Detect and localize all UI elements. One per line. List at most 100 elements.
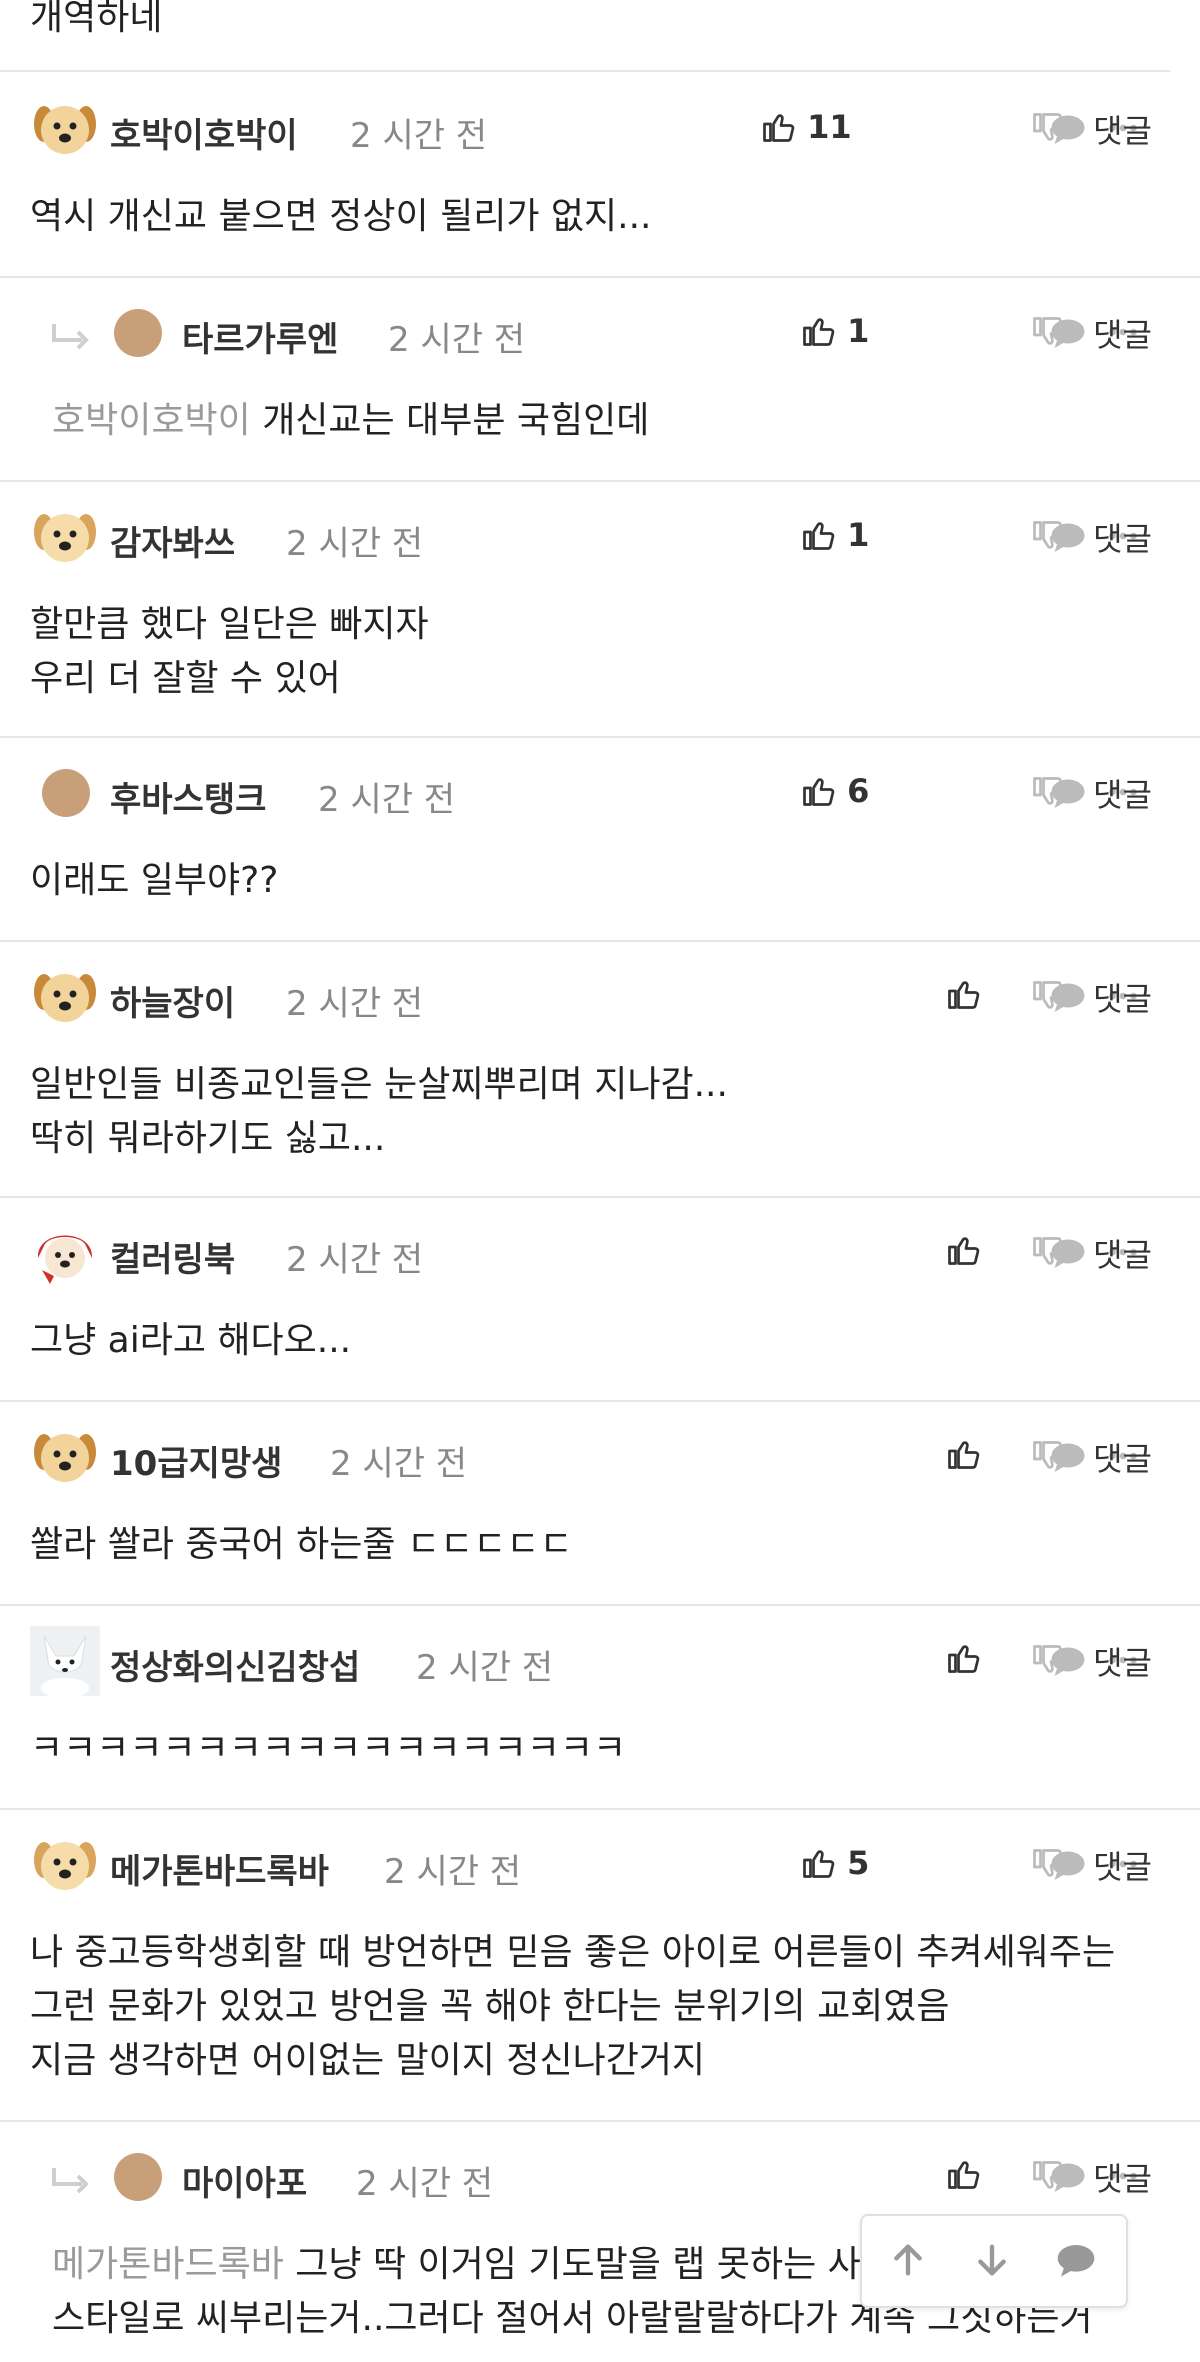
reply-button[interactable]: 댓글 — [1050, 1434, 1152, 1478]
like-count: 1 — [847, 516, 870, 554]
comment-line: 나 중고등학생회할 때 방언하면 믿음 좋은 아이로 어른들이 추켜세워주는 — [30, 1932, 1116, 1973]
like-button[interactable] — [945, 1436, 981, 1476]
comment-header: 타르가루엔 2 시간 전 1 댓글 — [0, 298, 1200, 368]
comment-actions: 댓글 — [760, 1218, 1180, 1288]
puppy-avatar[interactable] — [30, 1422, 100, 1492]
speech-bubble-icon — [1051, 319, 1085, 348]
comment-nickname[interactable]: 10급지망생 — [110, 1436, 282, 1485]
comment-line: 호박이호박이 개신교는 대부분 국힘인데 — [52, 394, 649, 448]
speech-bubble-icon — [1051, 2163, 1085, 2192]
comment-item: 하늘장이 2 시간 전 댓글 일반인들 비종교인들은 눈살찌뿌리며 지나감...… — [0, 942, 1200, 1198]
comment-header: 후바스탱크 2 시간 전 6 댓글 — [0, 758, 1200, 828]
comment-item: 정상화의신김창섭 2 시간 전 댓글 ㅋㅋㅋㅋㅋㅋㅋㅋㅋㅋㅋㅋㅋㅋㅋㅋㅋㅋ — [0, 1606, 1200, 1810]
comment-nickname[interactable]: 호박이호박이 — [110, 108, 298, 157]
speech-bubble-icon — [1051, 983, 1085, 1012]
thumbs-up-icon — [803, 522, 835, 550]
comment-nickname[interactable]: 정상화의신김창섭 — [110, 1640, 360, 1689]
comment-line: 이래도 일부야?? — [30, 860, 279, 901]
comment-body: 일반인들 비종교인들은 눈살찌뿌리며 지나감... 딱히 뭐라하기도 싫고... — [30, 1058, 728, 1166]
comment-nickname[interactable]: 컬러링북 — [110, 1232, 235, 1281]
like-button[interactable] — [945, 1640, 981, 1680]
comment-actions: 1 댓글 — [760, 298, 1180, 368]
previous-comment-text: 개역하네 — [30, 0, 163, 38]
comment-nickname[interactable]: 감자봐쓰 — [110, 516, 235, 565]
comment-line: 쏼라 쏼라 중국어 하는줄 ㄷㄷㄷㄷㄷ — [30, 1524, 573, 1565]
mention-nickname[interactable]: 메가톤바드록바 — [52, 2244, 284, 2285]
reply-label: 댓글 — [1093, 1848, 1152, 1886]
puppy-avatar[interactable] — [30, 502, 100, 572]
comment-actions: 댓글 — [760, 1422, 1180, 1492]
comment-body: 나 중고등학생회할 때 방언하면 믿음 좋은 아이로 어른들이 추켜세워주는 그… — [30, 1926, 1115, 2088]
like-button[interactable] — [945, 1232, 981, 1272]
comment-body: 호박이호박이 개신교는 대부분 국힘인데 — [52, 394, 649, 448]
reply-label: 댓글 — [1093, 2160, 1152, 2198]
comment-header: 감자봐쓰 2 시간 전 1 댓글 — [0, 502, 1200, 572]
arrow-down-icon[interactable] — [972, 2240, 1012, 2280]
reply-label: 댓글 — [1093, 316, 1152, 354]
comment-header: 10급지망생 2 시간 전 댓글 — [0, 1422, 1200, 1492]
like-button[interactable]: 11 — [760, 108, 852, 148]
reply-button[interactable]: 댓글 — [1050, 1230, 1152, 1274]
speech-bubble-icon — [1051, 1239, 1085, 1268]
comment-nickname[interactable]: 후바스탱크 — [110, 772, 266, 821]
comment-icon[interactable] — [1056, 2240, 1096, 2280]
comment-time: 2 시간 전 — [286, 984, 424, 1024]
comment-body: 그냥 ai라고 해다오... — [30, 1314, 351, 1368]
like-button[interactable]: 1 — [800, 516, 869, 556]
comment-time: 2 시간 전 — [318, 780, 456, 820]
brown-circle-avatar[interactable] — [114, 2153, 162, 2201]
like-count: 6 — [847, 772, 870, 810]
thumbs-up-icon — [948, 981, 980, 1009]
comment-nickname[interactable]: 하늘장이 — [110, 976, 235, 1025]
white-fox-avatar[interactable] — [30, 1626, 100, 1696]
reply-button[interactable]: 댓글 — [1050, 770, 1152, 814]
reply-button[interactable]: 댓글 — [1050, 2154, 1152, 2198]
puppy-avatar[interactable] — [30, 94, 100, 164]
like-button[interactable]: 6 — [800, 772, 869, 812]
puppy-avatar[interactable] — [30, 1830, 100, 1900]
reply-label: 댓글 — [1093, 520, 1152, 558]
reply-button[interactable]: 댓글 — [1050, 310, 1152, 354]
comment-line: 할만큼 했다 일단은 빠지자 — [30, 604, 429, 645]
puppy-avatar[interactable] — [30, 962, 100, 1032]
thumbs-up-icon — [948, 2161, 980, 2189]
reply-comment-item: 타르가루엔 2 시간 전 1 댓글 호박이호박이 개신교는 대부분 국힘인데 — [0, 278, 1200, 482]
reply-button[interactable]: 댓글 — [1050, 514, 1152, 558]
mention-nickname[interactable]: 호박이호박이 — [52, 400, 251, 441]
comment-item: 감자봐쓰 2 시간 전 1 댓글 할만큼 했다 일단은 빠지자 우리 더 잘할 … — [0, 482, 1200, 738]
comment-time: 2 시간 전 — [384, 1852, 522, 1892]
comment-header: 정상화의신김창섭 2 시간 전 댓글 — [0, 1626, 1200, 1696]
comment-body: 쏼라 쏼라 중국어 하는줄 ㄷㄷㄷㄷㄷ — [30, 1518, 573, 1572]
comment-text: 그냥 딱 이거임 기도말을 랩 못하는 사람이 — [295, 2244, 927, 2285]
brown-circle-avatar[interactable] — [114, 309, 162, 357]
comment-header: 호박이호박이 2 시간 전 11 댓글 — [0, 94, 1200, 164]
comment-actions: 댓글 — [760, 1626, 1180, 1696]
comment-actions: 댓글 — [760, 962, 1180, 1032]
comment-time: 2 시간 전 — [350, 116, 488, 156]
arrow-up-icon[interactable] — [888, 2240, 928, 2280]
reply-button[interactable]: 댓글 — [1050, 106, 1152, 150]
comment-time: 2 시간 전 — [416, 1648, 554, 1688]
thumbs-up-icon — [803, 1850, 835, 1878]
reply-label: 댓글 — [1093, 980, 1152, 1018]
reply-label: 댓글 — [1093, 1440, 1152, 1478]
comment-nickname[interactable]: 메가톤바드록바 — [110, 1844, 329, 1893]
like-button[interactable] — [945, 2156, 981, 2196]
brown-circle-avatar[interactable] — [42, 769, 90, 817]
like-count: 5 — [847, 1844, 870, 1882]
comment-header: 하늘장이 2 시간 전 댓글 — [0, 962, 1200, 1032]
reply-button[interactable]: 댓글 — [1050, 1842, 1152, 1886]
comment-time: 2 시간 전 — [356, 2164, 494, 2204]
thumbs-up-icon — [803, 318, 835, 346]
comment-nickname[interactable]: 마이아포 — [182, 2156, 307, 2205]
comment-nickname[interactable]: 타르가루엔 — [182, 312, 338, 361]
like-button[interactable]: 1 — [800, 312, 869, 352]
comment-line: 그런 문화가 있었고 방언을 꼭 해야 한다는 분위기의 교회였음 — [30, 1986, 950, 2027]
red-hood-puppy-avatar[interactable] — [30, 1218, 100, 1288]
reply-button[interactable]: 댓글 — [1050, 974, 1152, 1018]
like-button[interactable] — [945, 976, 981, 1016]
like-count: 1 — [847, 312, 870, 350]
like-button[interactable]: 5 — [800, 1844, 869, 1884]
comment-body: 이래도 일부야?? — [30, 854, 278, 908]
reply-button[interactable]: 댓글 — [1050, 1638, 1152, 1682]
